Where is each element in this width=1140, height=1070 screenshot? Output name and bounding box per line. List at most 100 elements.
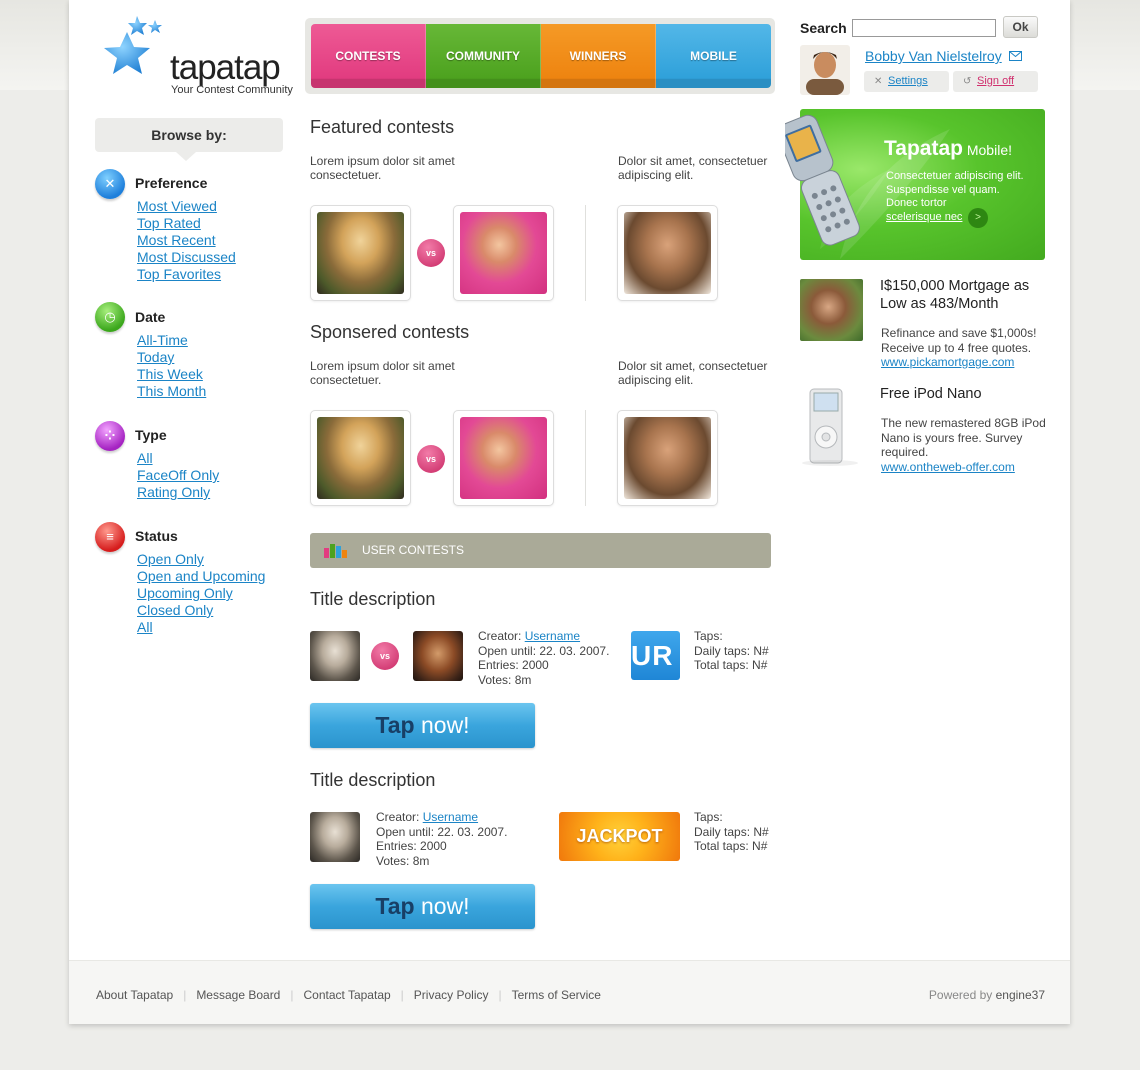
divider [585,410,586,506]
facet-list-type: All FaceOff Only Rating Only [137,450,219,501]
preference-icon: ✕ [95,169,125,199]
footer-separator: | [400,988,404,1002]
contest-taps: Taps: Daily taps: N# Total taps: N# [694,810,769,853]
filter-most-recent[interactable]: Most Recent [137,232,236,249]
tab-winners[interactable]: WINNERS [541,24,656,88]
tab-mobile[interactable]: MOBILE [656,24,771,88]
sponsored-contestant-1[interactable] [310,410,411,506]
signoff-button[interactable]: ↺ Sign off [953,71,1038,92]
creator-link[interactable]: Username [525,629,580,643]
wrench-icon: ✕ [874,76,883,87]
mail-icon[interactable] [1009,51,1022,61]
filter-open-and-upcoming[interactable]: Open and Upcoming [137,568,265,585]
filter-closed-only[interactable]: Closed Only [137,602,265,619]
divider [585,205,586,301]
settings-label: Settings [888,75,928,87]
brand-tagline: Your Contest Community [171,84,293,96]
browse-arrow [176,152,196,161]
featured-contestant-2[interactable] [453,205,554,301]
facet-title-type: Type [135,427,167,443]
vs-badge: vs [417,239,445,267]
tab-community[interactable]: COMMUNITY [426,24,541,88]
sponsored-contestant-3[interactable] [617,410,718,506]
filter-rating-only[interactable]: Rating Only [137,484,219,501]
footer-link-message-board[interactable]: Message Board [196,988,280,1002]
filter-today[interactable]: Today [137,349,206,366]
avatar-image [800,45,850,95]
filter-most-discussed[interactable]: Most Discussed [137,249,236,266]
grid-icon: ⁘ [95,421,125,451]
clock-icon: ◷ [95,302,125,332]
facet-title-status: Status [135,528,178,544]
ad-link[interactable]: www.ontheweb-offer.com [881,460,1051,475]
search-input[interactable] [852,19,996,37]
contest-meta: Creator: Username Open until: 22. 03. 20… [478,629,610,687]
featured-left-text: Lorem ipsum dolor sit amet consectetuer. [310,154,455,182]
vs-badge: vs [417,445,445,473]
ad-title: Free iPod Nano [880,386,982,402]
featured-right-text: Dolor sit amet, consectetuer adipiscing e… [618,154,768,182]
filter-faceoff-only[interactable]: FaceOff Only [137,467,219,484]
page-container: tapatap Your Contest Community CONTESTS … [69,0,1070,1024]
tab-contests[interactable]: CONTESTS [311,24,426,88]
filter-most-viewed[interactable]: Most Viewed [137,198,236,215]
contestant-face[interactable] [413,631,463,681]
contest-title: Title description [310,589,436,609]
sponsored-right-text: Dolor sit amet, consectetuer adipiscing e… [618,359,768,387]
bar-chart-icon [324,544,347,558]
footer-link-terms[interactable]: Terms of Service [512,988,601,1002]
creator-link[interactable]: Username [423,810,478,824]
facet-title-date: Date [135,309,166,325]
contest-taps: Taps: Daily taps: N# Total taps: N# [694,629,769,672]
footer-link-contact[interactable]: Contact Tapatap [303,988,390,1002]
contest-title: Title description [310,770,436,790]
search-label: Search [800,20,847,36]
ad-link[interactable]: www.pickamortgage.com [881,355,1051,370]
filter-open-only[interactable]: Open Only [137,551,265,568]
facet-list-status: Open Only Open and Upcoming Upcoming Onl… [137,551,265,636]
ipod-image[interactable] [800,387,863,467]
promo-title: Tapatap Mobile! [884,137,1012,160]
tap-now-button[interactable]: Tap now! [310,884,535,929]
user-contests-header: USER CONTESTS [310,533,771,568]
filter-top-favorites[interactable]: Top Favorites [137,266,236,283]
filter-status-all[interactable]: All [137,619,265,636]
footer-links: About Tapatap | Message Board | Contact … [96,988,601,1002]
contest-meta: Creator: Username Open until: 22. 03. 20… [376,810,508,868]
powered-by[interactable]: Powered by engine37 [929,988,1045,1002]
filter-all-time[interactable]: All-Time [137,332,206,349]
facet-title-preference: Preference [135,175,208,191]
sponsored-left-text: Lorem ipsum dolor sit amet consectetuer. [310,359,455,387]
promo-go-button[interactable]: > [968,208,988,228]
avatar[interactable] [800,45,850,95]
filter-type-all[interactable]: All [137,450,219,467]
filter-this-month[interactable]: This Month [137,383,206,400]
contestant-face[interactable] [310,812,360,862]
featured-contestant-3[interactable] [617,205,718,301]
tap-now-button[interactable]: Tap now! [310,703,535,748]
settings-button[interactable]: ✕ Settings [864,71,949,92]
sponsored-contestant-2[interactable] [453,410,554,506]
promo-text: Consectetuer adipiscing elit. Suspendiss… [886,170,1038,224]
filter-upcoming-only[interactable]: Upcoming Only [137,585,265,602]
ad-text: The new remastered 8GB iPod Nano is yours… [881,416,1051,474]
footer-link-about[interactable]: About Tapatap [96,988,173,1002]
user-name-link[interactable]: Bobby Van Nielstelroy [865,48,1002,64]
mortgage-ad-image[interactable] [800,279,863,341]
promo-link[interactable]: scelerisque nec [886,211,1038,225]
footer-separator: | [183,988,187,1002]
jackpot-badge[interactable]: JACKPOT [559,812,680,861]
star-logo-icon [104,16,162,74]
brand-name: tapatap [170,48,281,87]
sponsored-title: Sponsered contests [310,322,470,342]
user-contests-label: USER CONTESTS [362,543,465,557]
logo[interactable]: tapatap Your Contest Community [95,14,293,96]
contest-badge[interactable]: UR F [631,631,680,680]
featured-contestant-1[interactable] [310,205,411,301]
search-ok-button[interactable]: Ok [1003,16,1038,38]
filter-this-week[interactable]: This Week [137,366,206,383]
ad-text: Refinance and save $1,000s! Receive up to… [881,326,1051,370]
footer-link-privacy[interactable]: Privacy Policy [414,988,489,1002]
filter-top-rated[interactable]: Top Rated [137,215,236,232]
contestant-face[interactable] [310,631,360,681]
